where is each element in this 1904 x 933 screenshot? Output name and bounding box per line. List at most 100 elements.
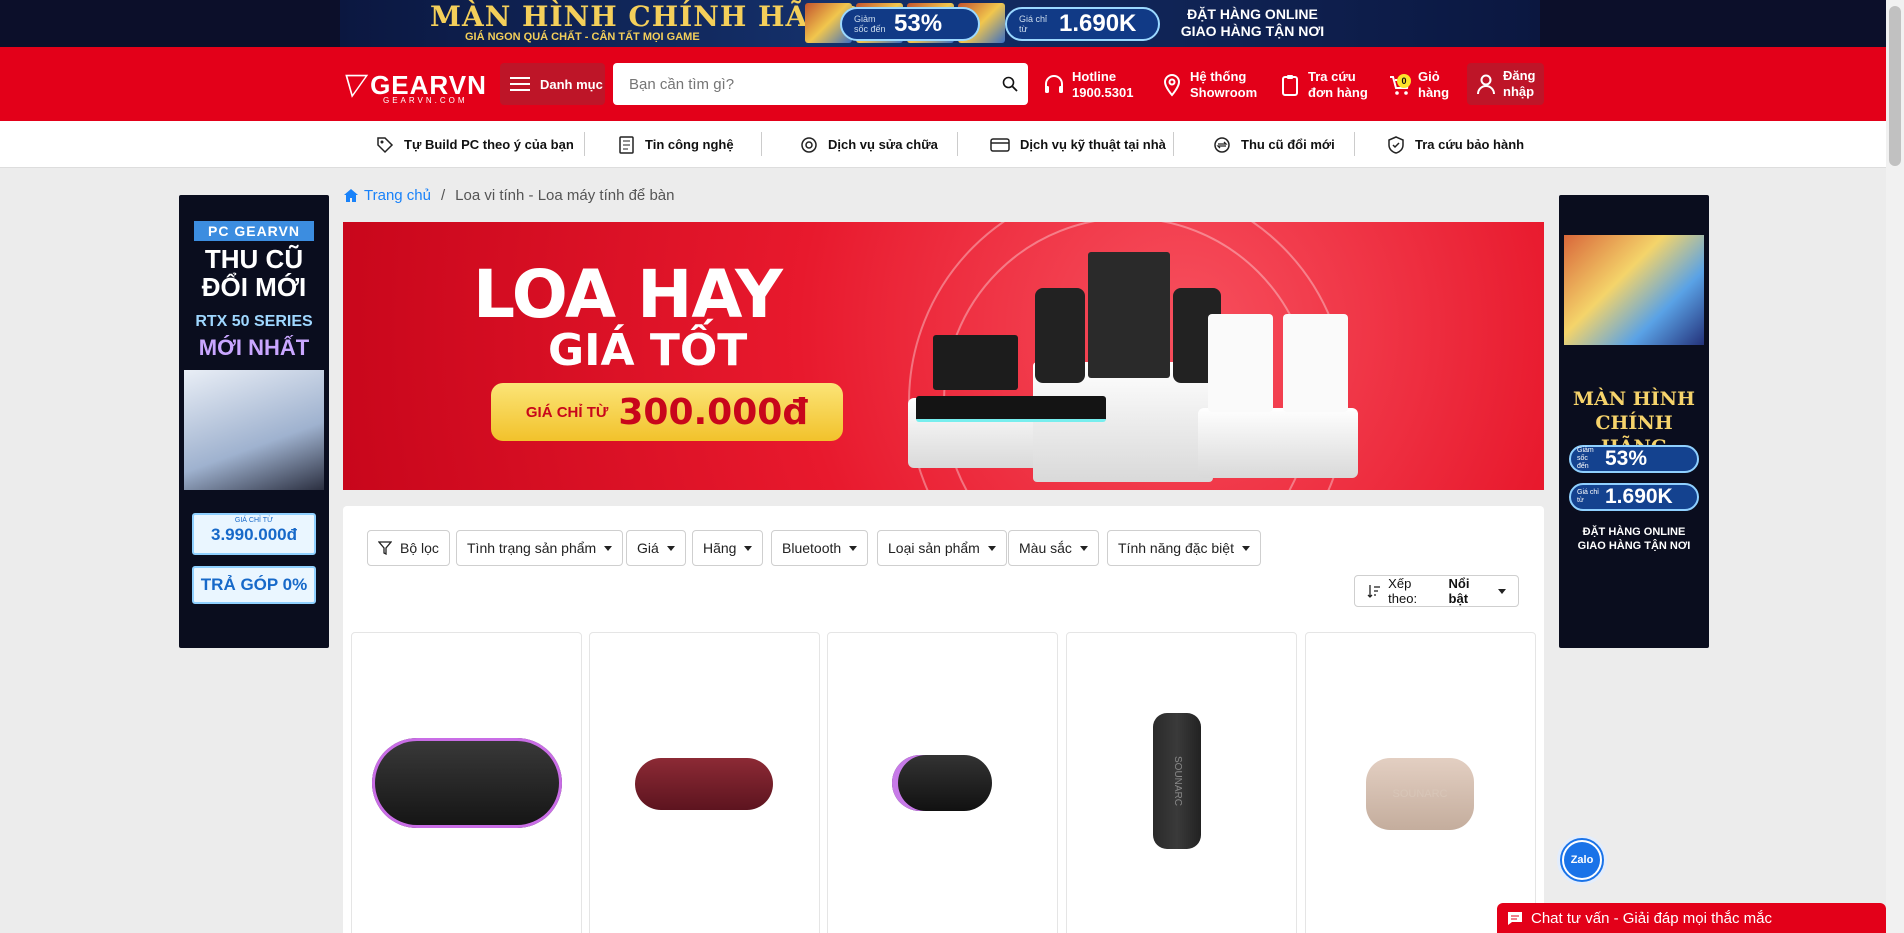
breadcrumb: Trang chủ / Loa vi tính - Loa máy tính đ… <box>343 184 674 206</box>
product-card[interactable]: SOUNARC <box>1305 632 1536 933</box>
filter-dropdown-label: Giá <box>637 540 659 556</box>
right-ad-line1: ĐẶT HÀNG ONLINE <box>1582 526 1686 538</box>
filter-dropdown-label: Loại sản phẩm <box>888 540 980 556</box>
right-ad-line2: GIAO HÀNG TẬN NƠI <box>1577 540 1691 552</box>
cart-line2: hàng <box>1418 85 1450 100</box>
left-ad-tag: PC GEARVN <box>194 221 314 241</box>
top-banner-delivery: ĐẶT HÀNG ONLINE GIAO HÀNG TẬN NƠI <box>1165 6 1340 40</box>
category-hero-banner[interactable]: LOA HAY GIÁ TỐT GIÁ CHỈ TỪ 300.000đ <box>343 222 1544 490</box>
subnav-item-build-pc[interactable]: Tự Build PC theo ý của bạn <box>376 121 574 168</box>
left-ad-price-label: GIÁ CHỈ TỪ <box>234 517 274 524</box>
gearvn-logo[interactable]: ▽ GEARVN GEARVN.COM <box>339 67 487 105</box>
service-nav: Tự Build PC theo ý của bạn Tin công nghệ… <box>0 121 1886 168</box>
exchange-icon <box>1214 136 1230 153</box>
left-side-ad[interactable]: PC GEARVN THU CŨ ĐỔI MỚI RTX 50 SERIES M… <box>179 195 329 648</box>
product-image <box>635 758 773 810</box>
filter-dropdown-label: Hãng <box>703 540 737 556</box>
subnav-divider <box>1173 132 1174 156</box>
product-card[interactable] <box>827 632 1058 933</box>
filter-dropdown-bluetooth[interactable]: Bluetooth <box>771 530 869 566</box>
top-banner-image[interactable]: MÀN HÌNH CHÍNH HÃNG GIÁ NGON QUÁ CHẤT - … <box>340 0 1540 47</box>
zalo-chat-button[interactable]: Zalo <box>1560 838 1604 882</box>
product-image: SOUNARC <box>1153 713 1201 849</box>
zalo-icon: Zalo <box>1564 842 1600 878</box>
sort-label: Xếp theo: <box>1388 576 1418 606</box>
product-image <box>372 738 562 828</box>
right-side-ad[interactable]: MÀN HÌNH CHÍNH HÃNG Giảm sốc đến 53% Giá… <box>1559 195 1709 648</box>
search-input[interactable] <box>613 64 992 104</box>
login-button[interactable]: Đăng nhập <box>1467 63 1544 105</box>
order-lookup-link[interactable]: Tra cứu đơn hàng <box>1278 65 1368 105</box>
subnav-divider <box>584 132 585 156</box>
delivery-line2: GIAO HÀNG TẬN NƠI <box>1180 23 1325 39</box>
product-card[interactable] <box>589 632 820 933</box>
logo-mark-icon: ▽ <box>339 67 370 102</box>
chat-support-bar[interactable]: Chat tư vấn - Giải đáp mọi thắc mắc <box>1497 903 1886 933</box>
sort-value: Nổi bật <box>1448 576 1470 606</box>
search-bar <box>613 63 1028 105</box>
breadcrumb-home[interactable]: Trang chủ <box>343 187 431 204</box>
filter-dropdown-label: Tình trạng sản phẩm <box>467 540 597 556</box>
left-ad-newest: MỚI NHẤT <box>198 335 310 360</box>
product-card[interactable]: SOUNARC <box>1066 632 1297 933</box>
breadcrumb-current: Loa vi tính - Loa máy tính để bàn <box>455 186 675 204</box>
subnav-item-repair[interactable]: Dịch vụ sửa chữa <box>800 121 938 168</box>
chevron-down-icon <box>1241 545 1250 551</box>
main-header: ▽ GEARVN GEARVN.COM Danh mục Hotline1900… <box>0 47 1886 121</box>
showroom-line2: Showroom <box>1190 85 1258 100</box>
right-ad-price-value: 1.690K <box>1605 485 1673 508</box>
product-brand-text: SOUNARC <box>1172 755 1183 806</box>
chat-label: Chat tư vấn - Giải đáp mọi thắc mắc <box>1531 909 1772 927</box>
cart-count-badge: 0 <box>1397 74 1411 88</box>
headset-icon <box>1045 75 1063 93</box>
filter-dropdown-price[interactable]: Giá <box>626 530 686 566</box>
shield-check-icon <box>1388 135 1404 154</box>
price-label: Giá chỉ từ <box>1019 14 1048 34</box>
filter-dropdown-type[interactable]: Loại sản phẩm <box>877 530 1007 566</box>
category-menu-button[interactable]: Danh mục <box>500 63 605 105</box>
left-ad-title1: THU CŨ <box>204 244 304 274</box>
filter-dropdown-color[interactable]: Màu sắc <box>1008 530 1099 566</box>
top-promo-banner[interactable]: MÀN HÌNH CHÍNH HÃNG GIÁ NGON QUÁ CHẤT - … <box>0 0 1886 47</box>
hero-line2: GIÁ TỐT <box>548 325 748 376</box>
filter-dropdown-label: Tính năng đặc biệt <box>1118 540 1234 556</box>
discount-label: Giảm sốc đến <box>854 14 886 34</box>
sort-dropdown[interactable]: Xếp theo: Nổi bật <box>1354 575 1519 607</box>
subnav-label: Dịch vụ sửa chữa <box>828 137 938 152</box>
hotline-number: 1900.5301 <box>1072 85 1134 100</box>
monitor-games-image <box>1564 235 1704 345</box>
search-icon[interactable] <box>992 76 1028 92</box>
right-ad-title1: MÀN HÌNH <box>1573 388 1695 410</box>
left-ad-installment: TRẢ GÓP 0% <box>192 566 316 604</box>
discount-pill: Giảm sốc đến 53% <box>840 7 980 41</box>
hotline-link[interactable]: Hotline 1900.5301 <box>1042 65 1133 105</box>
repair-icon <box>801 136 817 153</box>
right-ad-price-label: Giá chỉ từ <box>1577 489 1599 504</box>
cart-line1: Giỏ <box>1418 69 1440 84</box>
right-ad-discount-label: Giảm sốc đến <box>1577 447 1594 470</box>
hero-soundbar <box>916 396 1106 422</box>
chevron-down-icon <box>1079 545 1088 551</box>
left-ad-title: THU CŨ ĐỔI MỚI <box>179 245 329 301</box>
subnav-item-warranty[interactable]: Tra cứu bảo hành <box>1387 121 1524 168</box>
product-brand-text: SOUNARC <box>1392 788 1448 800</box>
showroom-link[interactable]: Hệ thống Showroom <box>1160 65 1257 105</box>
right-ad-discount: Giảm sốc đến 53% <box>1569 445 1699 473</box>
product-card[interactable] <box>351 632 582 933</box>
chevron-down-icon <box>1498 588 1506 594</box>
filter-dropdown-features[interactable]: Tính năng đặc biệt <box>1107 530 1261 566</box>
scrollbar-thumb[interactable] <box>1889 6 1901 166</box>
subnav-item-trade-in[interactable]: Thu cũ đổi mới <box>1213 121 1335 168</box>
subnav-item-tech-news[interactable]: Tin công nghệ <box>617 121 734 168</box>
page-scrollbar[interactable] <box>1886 0 1904 933</box>
breadcrumb-home-label: Trang chủ <box>364 186 431 204</box>
subnav-label: Thu cũ đổi mới <box>1241 137 1335 152</box>
filter-dropdown-brand[interactable]: Hãng <box>692 530 764 566</box>
filter-button[interactable]: Bộ lọc <box>367 530 450 566</box>
cart-link[interactable]: 0 Giỏ hàng <box>1388 65 1449 105</box>
subnav-divider <box>761 132 762 156</box>
filter-dropdown-condition[interactable]: Tình trạng sản phẩm <box>456 530 624 566</box>
subnav-item-home-service[interactable]: Dịch vụ kỹ thuật tại nhà <box>990 121 1166 168</box>
product-image <box>892 755 992 811</box>
chat-bubble-icon <box>1508 911 1522 925</box>
